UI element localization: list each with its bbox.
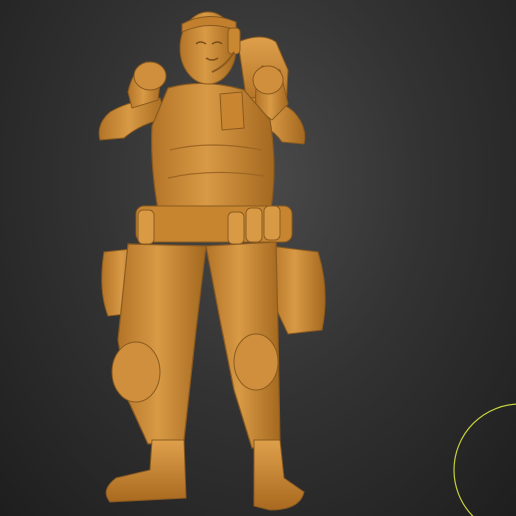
left-boot: [105, 439, 187, 503]
figure-canvas: [98, 11, 516, 516]
ammo-pouch-2: [227, 211, 245, 245]
torso-vest: [151, 82, 275, 221]
ammo-pouch-4: [263, 205, 281, 241]
right-boot: [253, 439, 305, 511]
right-knee-pad: [233, 333, 279, 391]
ammo-pouch-3: [245, 207, 263, 243]
left-knee-pad: [111, 341, 161, 403]
left-fist: [133, 61, 167, 91]
headset-earcup: [227, 27, 241, 55]
vest-pocket: [219, 91, 245, 131]
ammo-pouch-1: [137, 209, 155, 245]
sculpt-viewport[interactable]: [0, 0, 516, 516]
right-fist: [252, 65, 284, 95]
rotation-gizmo[interactable]: [453, 403, 516, 516]
